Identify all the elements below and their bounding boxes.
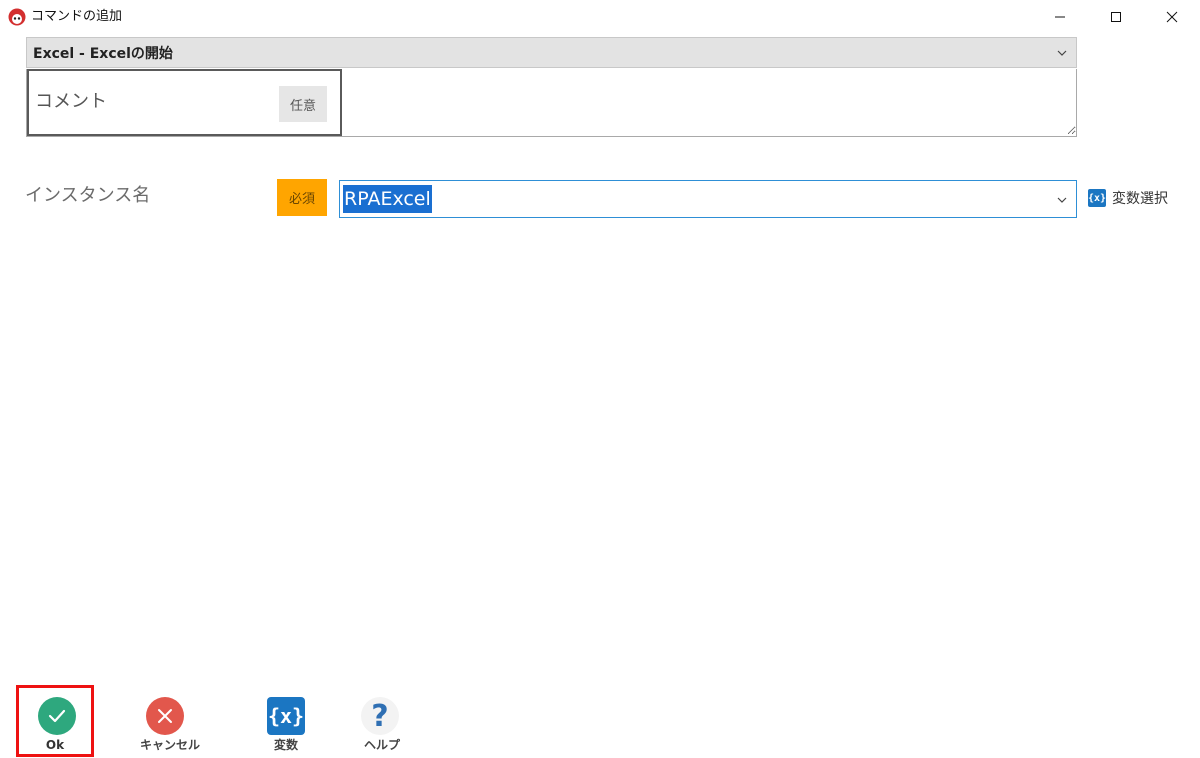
variable-select-label: 変数選択 — [1112, 191, 1168, 207]
comment-label: コメント — [35, 91, 107, 112]
title-bar: コマンドの追加 — [0, 0, 1200, 34]
close-button[interactable] — [1144, 0, 1200, 34]
cancel-button[interactable]: キャンセル — [128, 685, 208, 757]
cancel-x-icon — [146, 697, 184, 735]
add-command-window: コマンドの追加 Excel - Excelの開始 コメント 任意 インスタンス名… — [0, 0, 1200, 758]
check-icon — [38, 697, 76, 735]
variable-icon: {x} — [1088, 189, 1106, 207]
variables-button[interactable]: {x} 変数 — [260, 685, 312, 757]
optional-badge: 任意 — [279, 86, 327, 122]
comment-input[interactable] — [343, 69, 1076, 135]
minimize-button[interactable] — [1032, 0, 1088, 34]
close-icon — [1166, 11, 1178, 23]
app-logo-icon — [8, 8, 26, 26]
maximize-icon — [1111, 12, 1121, 22]
cancel-label: キャンセル — [139, 738, 200, 752]
help-icon: ? — [361, 697, 399, 735]
instance-name-combobox[interactable]: RPAExcel — [339, 180, 1077, 218]
comment-label-box: コメント 任意 — [27, 69, 342, 136]
ok-label: Ok — [45, 738, 65, 752]
window-title: コマンドの追加 — [31, 9, 123, 24]
chevron-down-icon[interactable] — [1056, 194, 1068, 206]
instance-name-label: インスタンス名 — [25, 185, 151, 206]
help-button[interactable]: ? ヘルプ — [356, 685, 408, 757]
required-badge: 必須 — [277, 179, 327, 216]
variables-label: 変数 — [273, 738, 298, 752]
variables-icon: {x} — [267, 697, 305, 735]
instance-name-value[interactable]: RPAExcel — [343, 185, 432, 213]
comment-row: コメント 任意 — [26, 69, 1077, 137]
help-label: ヘルプ — [363, 738, 400, 752]
chevron-down-icon — [1057, 50, 1067, 56]
minimize-icon — [1055, 16, 1065, 18]
command-select-value: Excel - Excelの開始 — [33, 45, 173, 62]
variable-select-button[interactable]: {x} 変数選択 — [1088, 188, 1168, 208]
maximize-button[interactable] — [1088, 0, 1144, 34]
ok-button[interactable]: Ok — [16, 685, 94, 757]
command-select[interactable]: Excel - Excelの開始 — [26, 37, 1077, 68]
